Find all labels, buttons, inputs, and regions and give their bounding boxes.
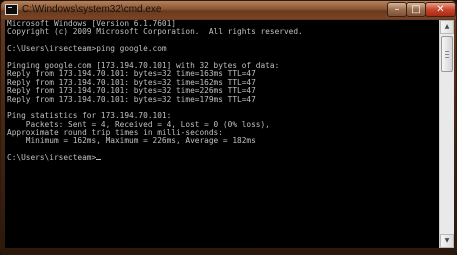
vertical-scrollbar[interactable]: ▲ ▼: [439, 20, 454, 248]
scroll-up-button[interactable]: ▲: [440, 20, 454, 34]
maximize-button[interactable]: □: [406, 2, 426, 17]
console-prompt-line[interactable]: C:\Users\irsecteam>: [7, 154, 303, 162]
grip-line: [445, 51, 449, 52]
cmd-icon[interactable]: [5, 4, 18, 15]
console-line: Minimum = 162ms, Maximum = 226ms, Averag…: [7, 136, 256, 146]
close-button[interactable]: ✕: [425, 2, 456, 17]
window-title: C:\Windows\system32\cmd.exe: [22, 4, 162, 15]
console-output[interactable]: Microsoft Windows [Version 6.1.7601] Cop…: [5, 20, 439, 248]
console-lines: Microsoft Windows [Version 6.1.7601] Cop…: [7, 20, 303, 163]
console-prompt: C:\Users\irsecteam>: [7, 153, 97, 163]
grip-line: [445, 57, 449, 58]
text-cursor: [96, 159, 102, 161]
console-line: Reply from 173.194.70.101: bytes=32 time…: [7, 94, 256, 104]
console-line: Copyright (c) 2009 Microsoft Corporation…: [7, 27, 303, 37]
grip-line: [445, 54, 449, 55]
cmd-window: C:\Windows\system32\cmd.exe – □ ✕ Micros…: [0, 0, 457, 255]
minimize-button[interactable]: –: [387, 2, 407, 17]
scroll-down-button[interactable]: ▼: [440, 234, 454, 248]
scroll-thumb[interactable]: [441, 36, 453, 72]
title-bar[interactable]: C:\Windows\system32\cmd.exe – □ ✕: [1, 1, 456, 19]
console-line: C:\Users\irsecteam>ping google.com: [7, 44, 167, 54]
